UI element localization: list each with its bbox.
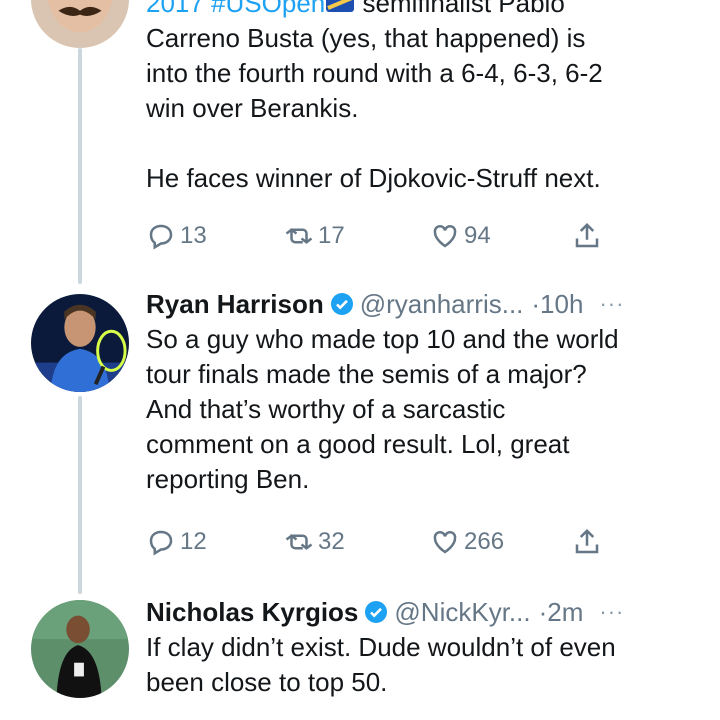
tweet-text: Carreno Busta (yes, that happened) is in… xyxy=(146,23,603,193)
author-handle[interactable]: @NickKyr... xyxy=(394,597,530,628)
retweet-icon xyxy=(285,228,313,244)
heart-icon xyxy=(433,530,457,554)
share-button[interactable] xyxy=(572,221,602,251)
tweet-time[interactable]: ·2m xyxy=(539,597,584,628)
share-icon xyxy=(575,528,599,554)
tweet-time[interactable]: ·10h xyxy=(531,289,583,320)
reply-button[interactable]: 12 xyxy=(146,527,284,557)
thread-line xyxy=(78,396,82,594)
retweet-button[interactable]: 17 xyxy=(284,221,430,251)
avatar[interactable] xyxy=(31,294,129,392)
author-name[interactable]: Nicholas Kyrgios xyxy=(146,597,358,628)
share-button[interactable] xyxy=(572,527,602,557)
more-options-icon[interactable]: ··· xyxy=(599,599,624,625)
thread-line xyxy=(78,48,82,284)
verified-badge-icon xyxy=(330,293,353,315)
heart-icon xyxy=(433,224,457,248)
hashtag-link[interactable]: 2017 #USOpen xyxy=(146,0,325,18)
reply-button[interactable]: 13 xyxy=(146,221,284,251)
reply-icon xyxy=(149,530,173,556)
retweet-icon xyxy=(285,534,313,550)
tweet-3-body: Nicholas Kyrgios @NickKyr... ·2m ··· If … xyxy=(146,594,700,700)
tweet-actions: 13 17 94 xyxy=(146,216,602,256)
share-icon xyxy=(575,222,599,248)
tweet-text: If clay didn’t exist. Dude wouldn’t of e… xyxy=(146,632,616,697)
tweet-header: Ryan Harrison @ryanharris... ·10h ··· xyxy=(146,286,700,322)
tweet-actions: 12 32 266 xyxy=(146,522,602,562)
tweet-text: 2017 #USOpen semifinalist Pablo xyxy=(146,0,700,21)
tweet-2-body: Ryan Harrison @ryanharris... ·10h ··· So… xyxy=(146,286,700,497)
verified-badge-icon xyxy=(365,601,388,623)
reply-icon xyxy=(149,224,173,250)
avatar[interactable] xyxy=(31,600,129,698)
like-button[interactable]: 266 xyxy=(430,527,572,557)
tweet-header: Nicholas Kyrgios @NickKyr... ·2m ··· xyxy=(146,594,700,630)
avatar[interactable] xyxy=(31,0,129,48)
tweet-text: So a guy who made top 10 and the world t… xyxy=(146,324,619,494)
more-options-icon[interactable]: ··· xyxy=(599,291,624,317)
like-button[interactable]: 94 xyxy=(430,221,572,251)
retweet-button[interactable]: 32 xyxy=(284,527,430,557)
author-name[interactable]: Ryan Harrison xyxy=(146,289,324,320)
author-handle[interactable]: @ryanharris... xyxy=(360,289,524,320)
tweet-1-body: 2017 #USOpen semifinalist Pablo Carreno … xyxy=(146,0,700,196)
usopen-emoji-icon xyxy=(325,0,355,12)
